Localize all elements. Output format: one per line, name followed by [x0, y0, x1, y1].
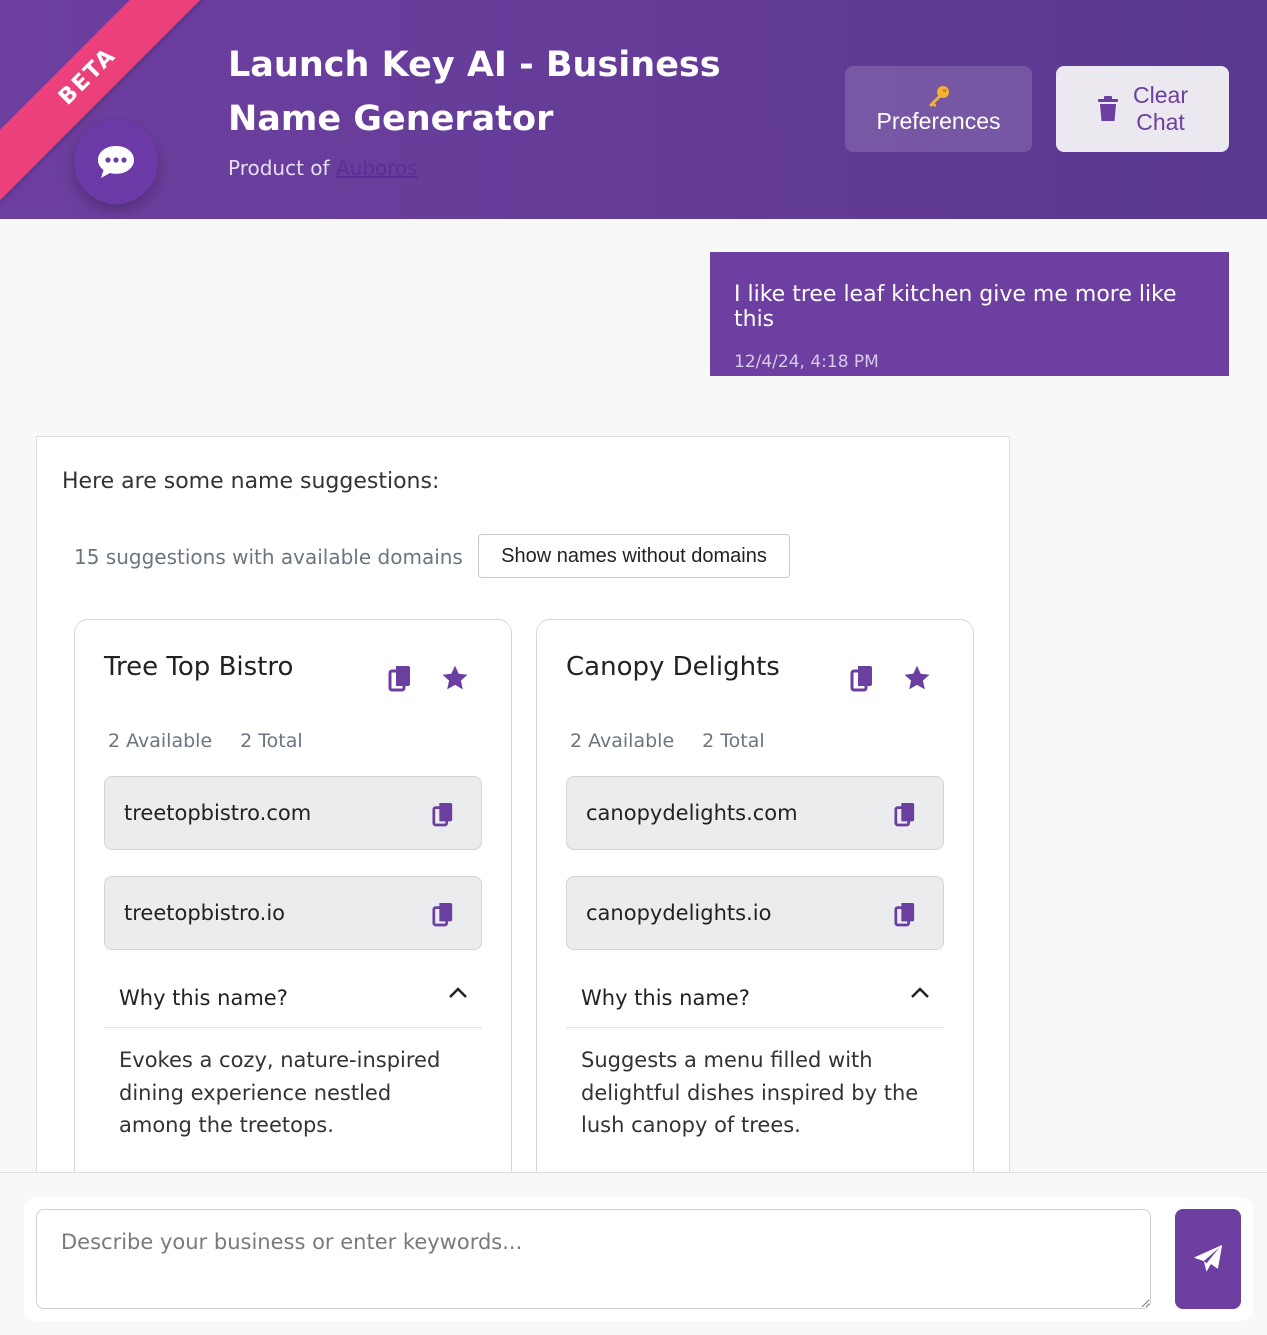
domain-name: treetopbistro.io — [124, 901, 286, 925]
chevron-up-icon — [911, 987, 929, 998]
domain-name: canopydelights.com — [586, 801, 798, 825]
product-prefix: Product of — [228, 156, 336, 180]
clear-chat-button[interactable]: Clear Chat — [1056, 66, 1229, 152]
suggestions-intro: Here are some name suggestions: — [62, 469, 440, 494]
domain-item: canopydelights.io — [566, 876, 944, 950]
available-count: 2 Available — [570, 730, 675, 752]
copy-icon[interactable] — [850, 664, 874, 692]
send-button[interactable] — [1175, 1209, 1241, 1309]
star-icon[interactable] — [441, 664, 469, 692]
total-count: 2 Total — [240, 730, 303, 752]
bot-message: Here are some name suggestions: 15 sugge… — [36, 436, 1010, 1239]
suggestion-card: Tree Top Bistro 2 Available 2 Total treet… — [74, 619, 512, 1239]
why-this-name-label: Why this name? — [581, 986, 750, 1010]
clear-label-line2: Chat — [1136, 109, 1185, 135]
suggestions-count: 15 suggestions with available domains — [74, 545, 463, 569]
star-icon[interactable] — [903, 664, 931, 692]
domain-name: treetopbistro.com — [124, 801, 312, 825]
key-icon — [928, 85, 949, 107]
preferences-label: Preferences — [876, 107, 1001, 134]
user-message: I like tree leaf kitchen give me more li… — [710, 252, 1229, 376]
suggestion-card: Canopy Delights 2 Available 2 Total canop… — [536, 619, 974, 1239]
domain-stats: 2 Available 2 Total — [108, 730, 303, 752]
why-this-name-toggle[interactable]: Why this name? — [566, 956, 944, 1028]
why-this-name-toggle[interactable]: Why this name? — [104, 956, 482, 1028]
copy-icon[interactable] — [432, 801, 454, 827]
domain-item: treetopbistro.io — [104, 876, 482, 950]
suggestion-name: Canopy Delights — [566, 652, 780, 682]
total-count: 2 Total — [702, 730, 765, 752]
show-names-without-domains-button[interactable]: Show names without domains — [478, 534, 790, 578]
chat-bubble-icon — [74, 120, 158, 204]
copy-icon[interactable] — [894, 901, 916, 927]
domain-item: treetopbistro.com — [104, 776, 482, 850]
name-reason: Suggests a menu filled with delightful d… — [581, 1048, 919, 1137]
copy-icon[interactable] — [432, 901, 454, 927]
domain-stats: 2 Available 2 Total — [570, 730, 765, 752]
user-message-text: I like tree leaf kitchen give me more li… — [734, 282, 1177, 332]
why-this-name-label: Why this name? — [119, 986, 288, 1010]
copy-icon[interactable] — [388, 664, 412, 692]
name-reason: Evokes a cozy, nature-inspired dining ex… — [119, 1048, 441, 1137]
available-count: 2 Available — [108, 730, 213, 752]
domain-name: canopydelights.io — [586, 901, 772, 925]
message-input[interactable] — [36, 1209, 1151, 1309]
page-title: Launch Key AI - Business Name Generator — [228, 45, 721, 139]
domain-item: canopydelights.com — [566, 776, 944, 850]
preferences-button[interactable]: Preferences — [845, 66, 1032, 152]
composer — [24, 1197, 1253, 1321]
app-header: BETA Launch Key AI - Business Name Gener… — [0, 0, 1267, 219]
paper-plane-icon — [1193, 1244, 1223, 1272]
chevron-up-icon — [449, 987, 467, 998]
composer-bar — [0, 1172, 1267, 1335]
trash-icon — [1098, 96, 1119, 121]
copy-icon[interactable] — [894, 801, 916, 827]
suggestion-name: Tree Top Bistro — [104, 652, 294, 682]
user-message-timestamp: 12/4/24, 4:18 PM — [734, 352, 879, 372]
clear-label-line1: Clear — [1133, 82, 1188, 108]
auboros-link[interactable]: Auboros — [336, 156, 418, 180]
product-credit: Product of Auboros — [228, 156, 418, 180]
